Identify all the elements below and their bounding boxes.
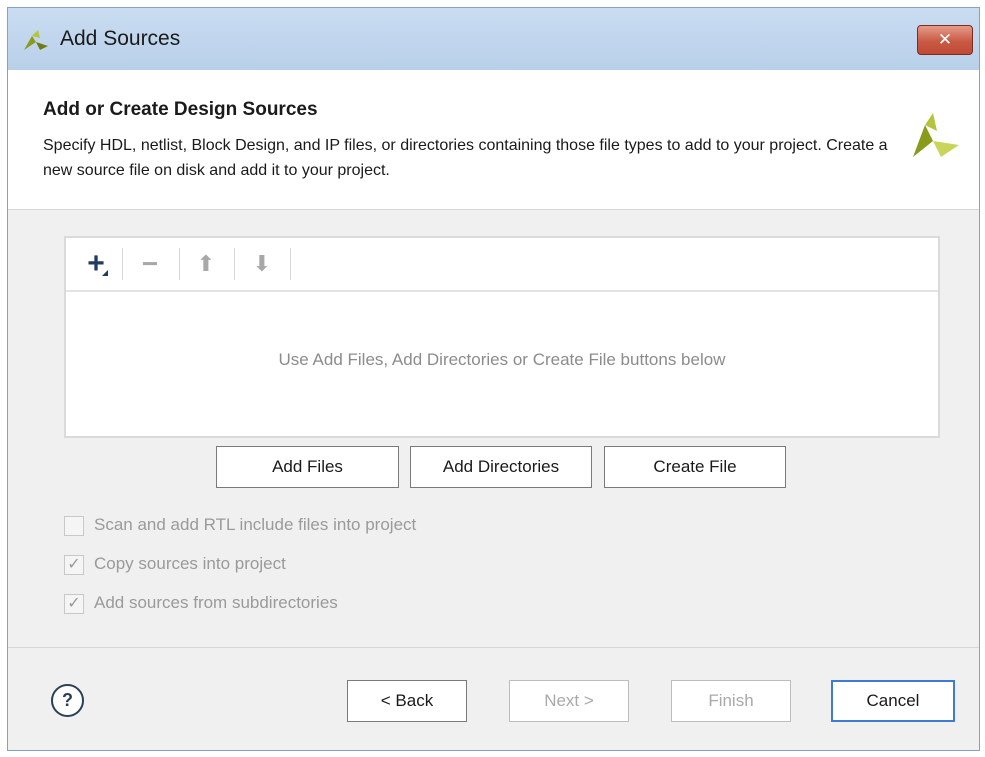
empty-list-message: Use Add Files, Add Directories or Create… — [278, 350, 726, 369]
toolbar-separator — [179, 248, 180, 280]
subdirectories-checkbox[interactable]: ✓ — [64, 594, 84, 614]
dropdown-arrow-icon — [102, 270, 108, 276]
create-file-button[interactable]: Create File — [604, 446, 786, 488]
window-title: Add Sources — [60, 27, 181, 50]
remove-source-button[interactable]: − — [130, 248, 170, 282]
toolbar-separator — [290, 248, 291, 280]
wizard-header: Add or Create Design Sources Specify HDL… — [8, 70, 979, 210]
add-files-label: Add Files — [272, 457, 343, 476]
move-up-button[interactable]: ⬆ — [186, 248, 226, 282]
footer-divider — [8, 647, 979, 648]
back-button[interactable]: < Back — [347, 680, 467, 722]
finish-label: Finish — [708, 691, 754, 710]
vivado-logo-icon — [913, 113, 959, 157]
copy-sources-label: Copy sources into project — [94, 554, 286, 573]
minus-icon: − — [141, 248, 159, 279]
toolbar-separator — [122, 248, 123, 280]
create-file-label: Create File — [653, 457, 737, 476]
scan-rtl-label: Scan and add RTL include files into proj… — [94, 515, 417, 534]
subdirectories-label: Add sources from subdirectories — [94, 593, 338, 612]
source-files-panel: + − ⬆ ⬇ Use Add Files, Add Directories o… — [64, 236, 940, 438]
title-bar[interactable]: Add Sources ✕ — [8, 8, 979, 70]
arrow-up-icon: ⬆ — [196, 251, 216, 276]
list-toolbar: + − ⬆ ⬇ — [66, 238, 938, 292]
add-files-button[interactable]: Add Files — [216, 446, 399, 488]
cancel-button[interactable]: Cancel — [831, 680, 955, 722]
close-button[interactable]: ✕ — [917, 25, 973, 55]
add-directories-button[interactable]: Add Directories — [410, 446, 592, 488]
add-directories-label: Add Directories — [442, 457, 560, 476]
copy-sources-checkbox[interactable]: ✓ — [64, 555, 84, 575]
next-label: Next > — [544, 691, 594, 710]
page-title: Add or Create Design Sources — [43, 99, 318, 120]
scan-rtl-checkbox[interactable] — [64, 516, 84, 536]
move-down-button[interactable]: ⬇ — [242, 248, 282, 282]
toolbar-separator — [234, 248, 235, 280]
help-button[interactable]: ? — [51, 684, 84, 717]
add-sources-dialog: Add Sources ✕ Add or Create Design Sourc… — [7, 7, 980, 751]
cancel-label: Cancel — [866, 691, 920, 710]
vivado-logo-icon — [24, 30, 48, 50]
next-button[interactable]: Next > — [509, 680, 629, 722]
back-label: < Back — [380, 691, 434, 710]
add-source-button[interactable]: + — [76, 248, 116, 282]
finish-button[interactable]: Finish — [671, 680, 791, 722]
page-description: Specify HDL, netlist, Block Design, and … — [43, 137, 888, 179]
arrow-down-icon: ⬇ — [252, 251, 272, 276]
